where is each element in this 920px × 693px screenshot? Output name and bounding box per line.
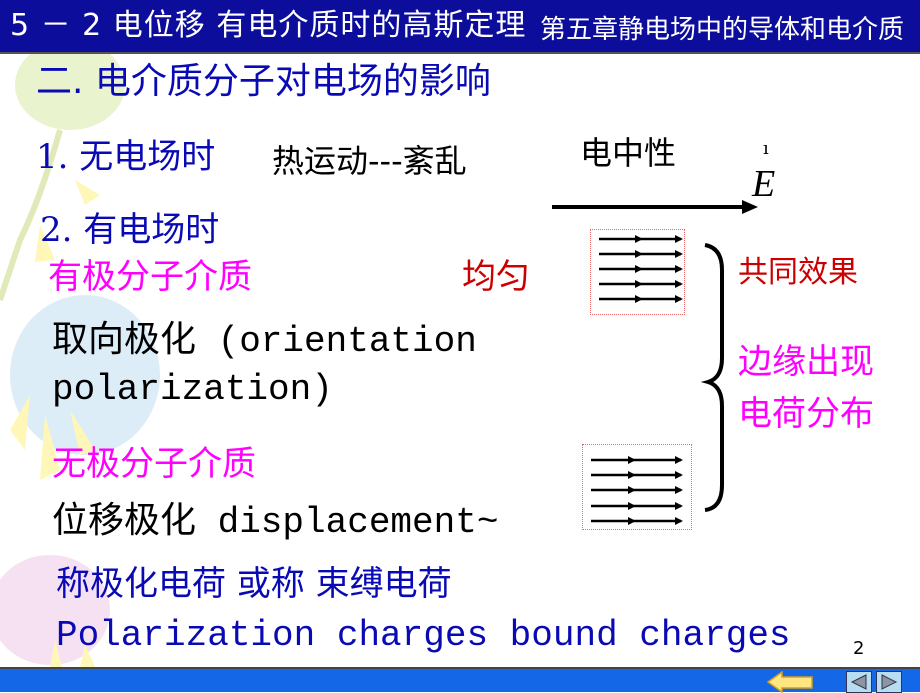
item1-description: 热运动---紊乱 [272,142,467,180]
item2-label: 2. 有电场时 [40,210,220,250]
nonpolar-molecule-label: 无极分子介质 [52,444,256,484]
displacement-polarization: 位移极化 displacement~ [52,502,499,543]
triangle-right-icon [881,674,898,690]
field-lines-top [599,235,683,303]
slide-heading: 二. 电介质分子对电场的影响 [36,61,491,102]
polar-molecule-label: 有极分子介质 [48,257,252,297]
charges-english: Polarization charges bound charges [56,615,791,656]
electric-field-arrow [552,200,758,214]
uniform-field-box-bottom [582,444,692,530]
neutral-label: 电中性 [580,134,677,172]
vector-mark: ı [763,138,769,159]
orientation-polarization-line1: 取向极化 (orientation [52,321,477,362]
common-effect-label: 共同效果 [738,255,858,290]
item1-label: 1. 无电场时 [36,137,216,177]
edge-charge-line2: 电荷分布 [738,394,874,434]
title-bar: 5 － 2 电位移 有电介质时的高斯定理 第五章静电场中的导体和电介质 [0,0,920,54]
page-number: 2 [853,638,865,659]
orientation-polarization-line2: polarization) [52,369,333,410]
edge-charge-line1: 边缘出现 [738,342,874,382]
curly-brace [700,243,724,512]
uniform-label: 均匀 [462,257,530,297]
chapter-title: 第五章静电场中的导体和电介质 [539,15,904,45]
charges-chinese: 称极化电荷 或称 束缚电荷 [56,564,452,604]
section-title: 5 － 2 电位移 有电介质时的高斯定理 [10,8,527,43]
field-lines-bottom [591,456,683,525]
bottom-navigation-bar [0,667,920,693]
uniform-field-box-top [590,229,685,315]
triangle-left-icon [850,674,867,690]
